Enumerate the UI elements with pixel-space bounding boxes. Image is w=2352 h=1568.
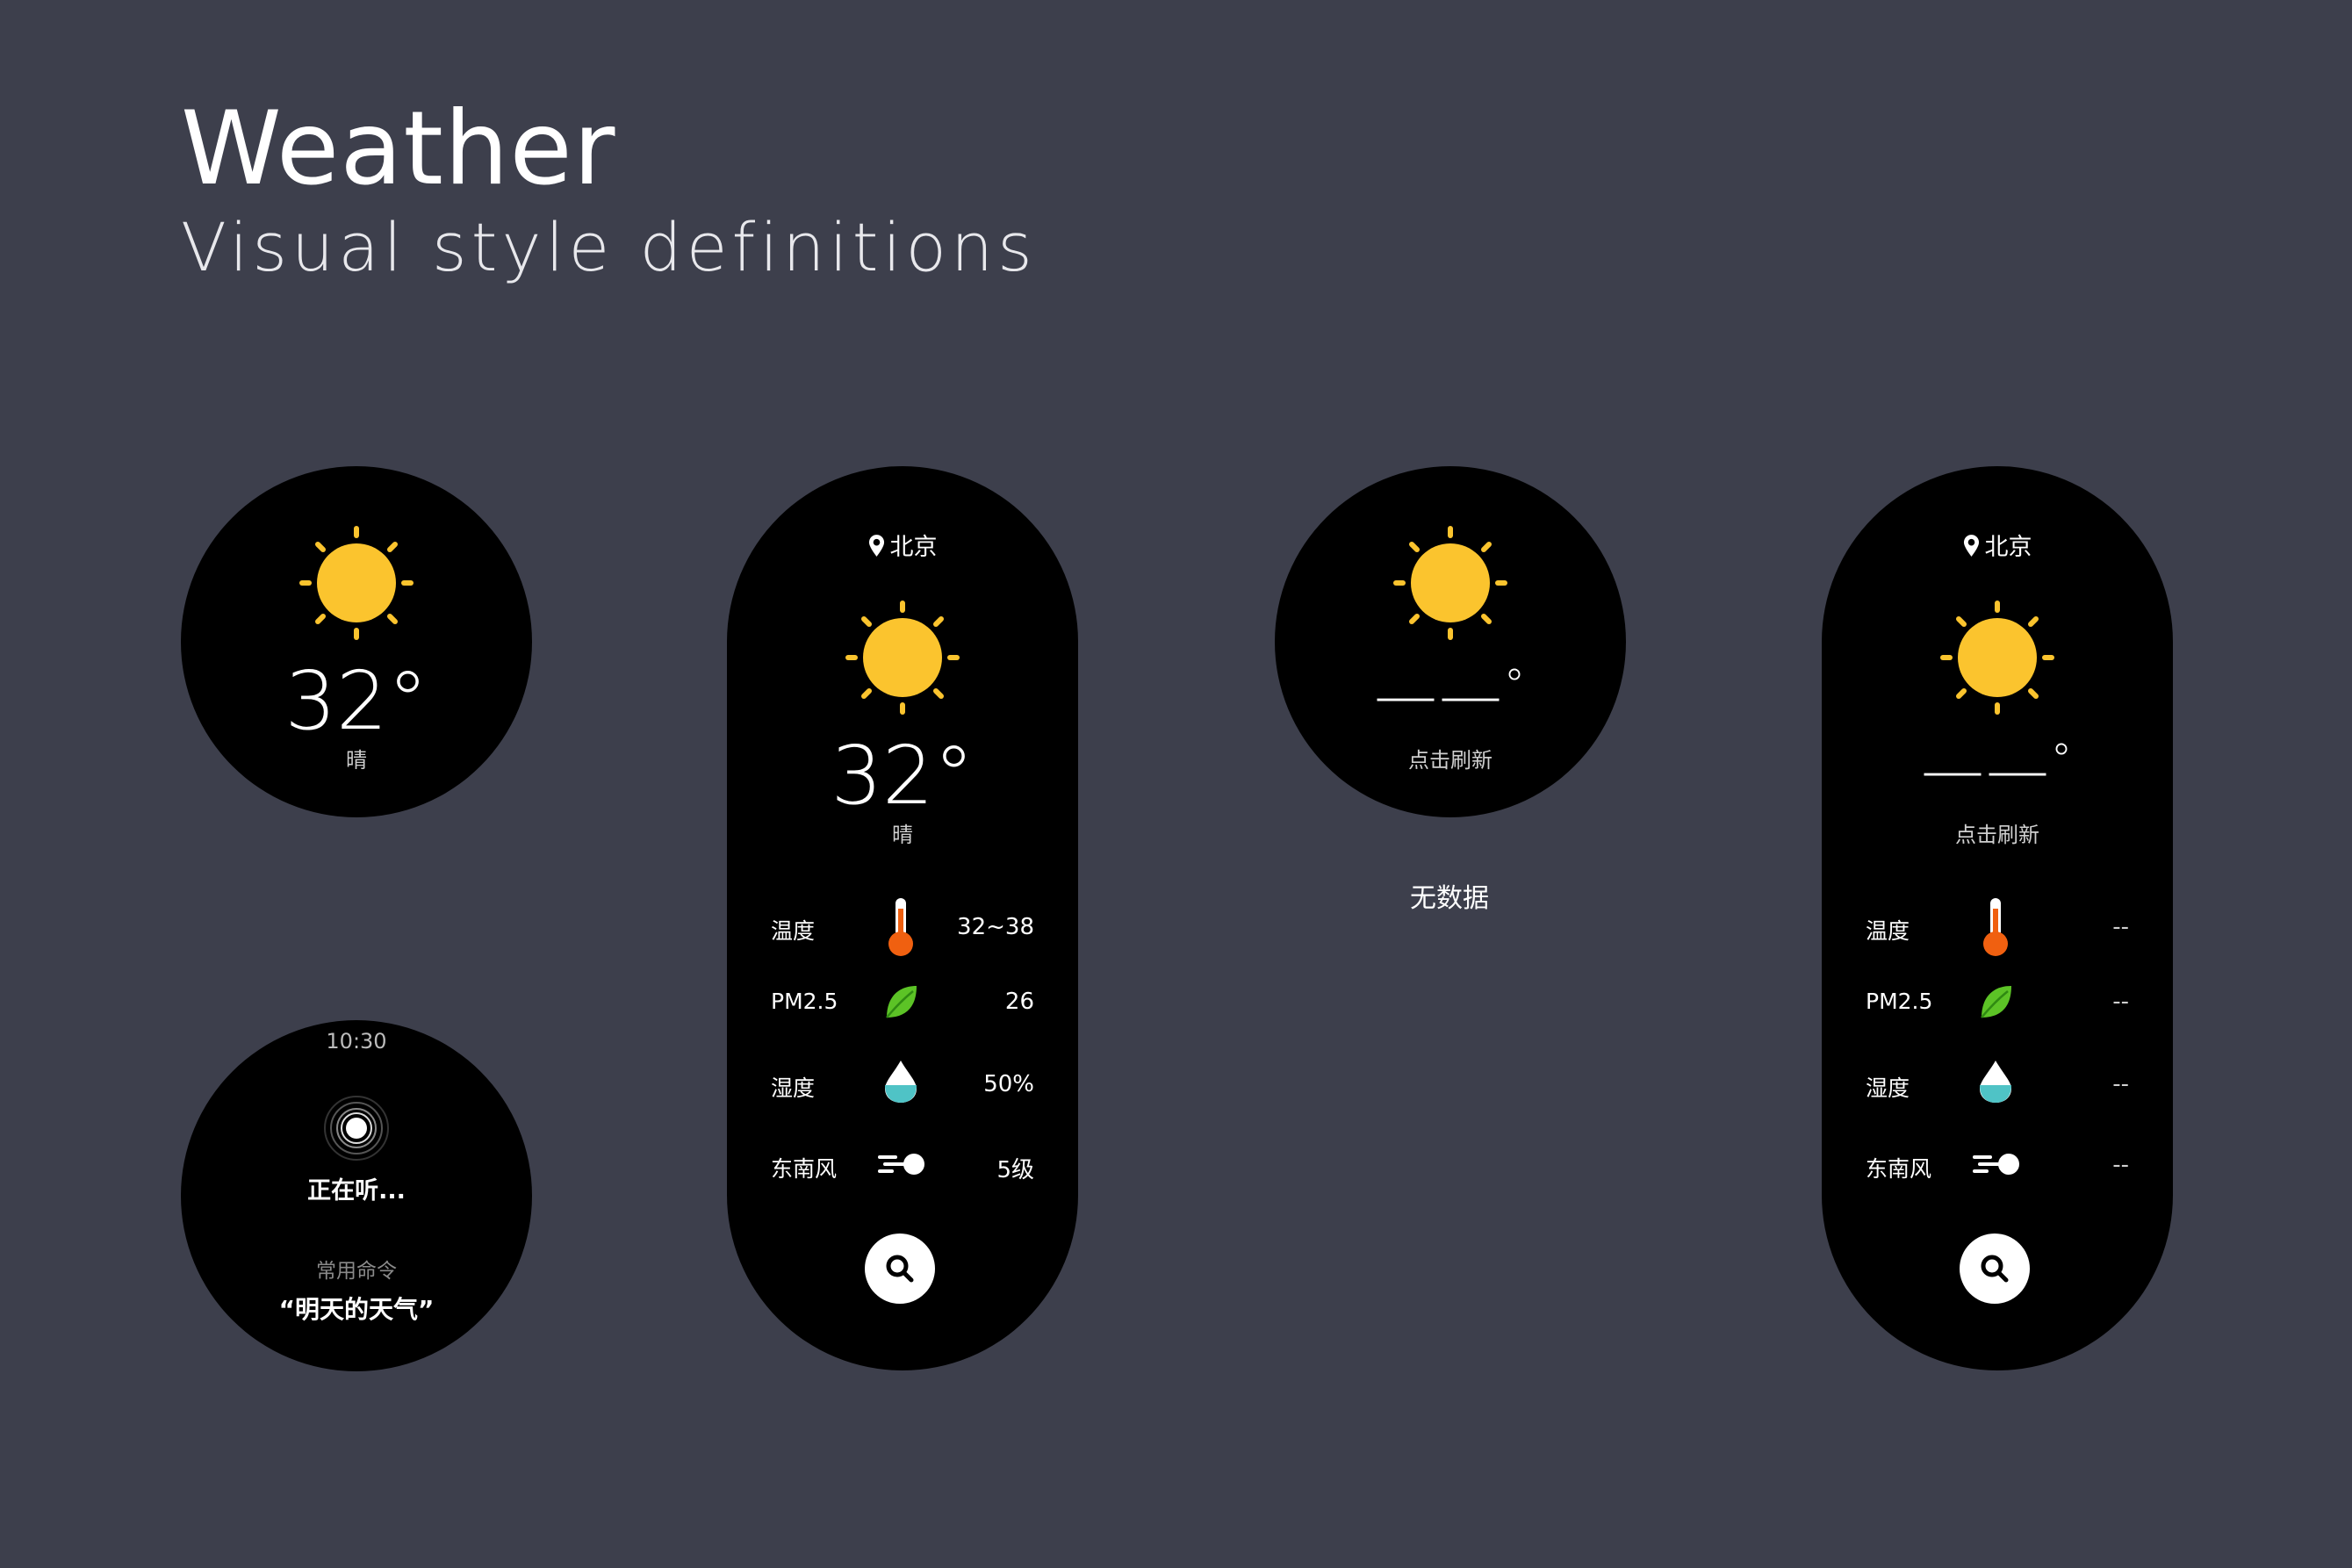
location[interactable]: 北京 <box>727 528 1078 562</box>
temperature: 32° <box>831 729 975 823</box>
thermometer-icon <box>883 896 918 958</box>
row-label: 湿度 <box>771 1075 816 1101</box>
listening-status: 正在听... <box>307 1177 406 1205</box>
leaf-icon <box>881 982 920 1021</box>
leaf-icon <box>1976 982 2015 1021</box>
sun-icon <box>1393 526 1507 640</box>
row-value: -- <box>2112 989 2129 1015</box>
clock-time: 10:30 <box>326 1029 387 1054</box>
location[interactable]: 北京 <box>1822 528 2173 562</box>
row-label: 温度 <box>1866 918 1910 944</box>
weather-condition: 晴 <box>892 823 913 847</box>
round-voice-watch: 10:30 正在听... 常用命令 “明天的天气” <box>181 1020 532 1371</box>
refresh-hint[interactable]: 点击刷新 <box>1822 817 2173 848</box>
temperature: 32° <box>284 654 428 748</box>
row-value: -- <box>2112 1152 2129 1178</box>
row-label: 东南风 <box>1866 1156 1932 1182</box>
thermometer-icon <box>1978 896 2013 958</box>
command-label: 常用命令 <box>316 1260 397 1283</box>
location-pin-icon <box>1963 534 1980 557</box>
row-value: 50% <box>983 1071 1034 1097</box>
pill-nodata-watch: 北京 ——° 点击刷新 温度 -- PM2.5 -- 湿度 -- 东南风 -- <box>1822 466 2173 1370</box>
detail-row-pm25: PM2.5 26 <box>771 980 1034 1024</box>
sun-icon <box>299 526 414 640</box>
degree-symbol: ° <box>1504 660 1527 709</box>
temperature-dashes: —— <box>1921 733 2051 807</box>
detail-row-temperature: 温度 32~38 <box>771 896 1034 958</box>
detail-row-wind: 东南风 5级 <box>771 1147 1034 1183</box>
row-value: 5级 <box>996 1157 1034 1183</box>
pill-weather-watch: 北京 32° 晴 温度 32~38 PM2.5 26 湿度 50% 东南风 5级 <box>727 466 1078 1370</box>
detail-row-humidity: 湿度 50% <box>771 1059 1034 1108</box>
row-value: 32~38 <box>957 914 1034 940</box>
row-label: 东南风 <box>771 1156 838 1182</box>
detail-row-wind: 东南风 -- <box>1866 1147 2129 1182</box>
row-label: PM2.5 <box>771 989 838 1014</box>
detail-row-pm25: PM2.5 -- <box>1866 980 2129 1024</box>
microphone-listening-icon <box>324 1096 389 1161</box>
detail-row-humidity: 湿度 -- <box>1866 1059 2129 1108</box>
search-button[interactable] <box>865 1234 935 1304</box>
page-title: Weather <box>181 90 616 208</box>
temperature-placeholder: ——° <box>1275 664 1626 727</box>
sun-icon <box>845 601 960 715</box>
temperature-dashes: —— <box>1374 658 1504 732</box>
degree-symbol: ° <box>2051 735 2074 784</box>
row-label: PM2.5 <box>1866 989 1933 1014</box>
location-name: 北京 <box>889 534 938 561</box>
search-button[interactable] <box>1960 1234 2030 1304</box>
row-label: 温度 <box>771 918 816 944</box>
refresh-hint[interactable]: 点击刷新 <box>1275 743 1626 773</box>
row-value: -- <box>2112 914 2129 940</box>
water-drop-icon <box>1978 1059 2013 1104</box>
water-drop-icon <box>883 1059 918 1104</box>
temperature-placeholder: ——° <box>1822 738 2173 802</box>
page-subtitle: Visual style definitions <box>181 208 1037 286</box>
detail-row-temperature: 温度 -- <box>1866 896 2129 958</box>
wind-icon <box>1969 1151 2022 1177</box>
row-label: 湿度 <box>1866 1075 1910 1101</box>
location-name: 北京 <box>1984 534 2032 561</box>
row-value: -- <box>2112 1071 2129 1097</box>
round-nodata-watch[interactable]: ——° 点击刷新 <box>1275 466 1626 817</box>
round-weather-watch: 32° 晴 <box>181 466 532 817</box>
sun-icon <box>1940 601 2054 715</box>
row-value: 26 <box>1004 989 1034 1015</box>
weather-condition: 晴 <box>346 748 367 773</box>
wind-icon <box>874 1151 927 1177</box>
command-example: “明天的天气” <box>278 1295 435 1324</box>
location-pin-icon <box>868 534 885 557</box>
search-icon <box>1977 1251 2012 1286</box>
search-icon <box>882 1251 917 1286</box>
no-data-caption: 无数据 <box>1410 883 1489 914</box>
